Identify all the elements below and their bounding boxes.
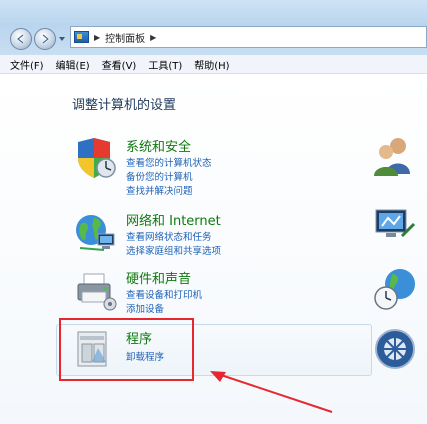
control-panel-icon [74,31,89,43]
printer-icon[interactable] [74,268,118,312]
forward-button[interactable] [34,28,56,50]
link-backup-computer[interactable]: 备份您的计算机 [126,169,193,183]
back-button[interactable] [10,28,32,50]
back-arrow-icon [16,34,24,44]
menu-bar: 文件(F) 编辑(E) 查看(V) 工具(T) 帮助(H) [0,55,427,74]
category-title-network-internet[interactable]: 网络和 Internet [126,210,221,229]
recent-pages-dropdown-icon[interactable] [58,35,66,43]
breadcrumb-control-panel[interactable]: 控制面板 [105,30,145,45]
link-find-fix-problems[interactable]: 查找并解决问题 [126,183,193,197]
annotation-arrow [210,371,333,413]
menu-view[interactable]: 查看(V) [102,57,137,72]
forward-arrow-icon [42,34,50,44]
appearance-display-icon[interactable] [372,200,418,246]
category-title-system-security[interactable]: 系统和安全 [126,136,191,155]
title-bar: ▶ 控制面板 ▶ [0,0,427,55]
link-add-device[interactable]: 添加设备 [126,301,164,315]
link-network-status[interactable]: 查看网络状态和任务 [126,229,212,243]
shield-icon[interactable] [74,136,118,180]
clock-globe-icon[interactable] [372,266,418,312]
control-panel-content: 调整计算机的设置 系统和安全 查看您的计算机状态 备份您的计算机 查找并解决问题… [0,74,427,424]
user-accounts-icon[interactable] [372,134,418,180]
page-title: 调整计算机的设置 [72,98,177,113]
menu-edit[interactable]: 编辑(E) [56,57,90,72]
link-devices-printers[interactable]: 查看设备和打印机 [126,287,202,301]
highlight-frame [59,318,194,381]
link-view-computer-status[interactable]: 查看您的计算机状态 [126,155,212,169]
menu-help[interactable]: 帮助(H) [194,57,229,72]
category-hardware-sound: 硬件和声音 查看设备和打印机 添加设备 [74,268,344,318]
ease-of-access-icon[interactable] [372,326,418,372]
menu-file[interactable]: 文件(F) [10,57,44,72]
breadcrumb-separator-icon[interactable]: ▶ [94,33,100,42]
address-bar[interactable]: ▶ 控制面板 ▶ [70,26,427,48]
network-globe-icon[interactable] [74,210,118,254]
menu-tools[interactable]: 工具(T) [148,57,182,72]
breadcrumb-separator-icon[interactable]: ▶ [150,33,156,42]
link-homegroup-sharing[interactable]: 选择家庭组和共享选项 [126,243,221,257]
category-title-hardware-sound[interactable]: 硬件和声音 [126,268,191,287]
category-network-internet: 网络和 Internet 查看网络状态和任务 选择家庭组和共享选项 [74,210,344,260]
category-system-security: 系统和安全 查看您的计算机状态 备份您的计算机 查找并解决问题 [74,136,344,197]
